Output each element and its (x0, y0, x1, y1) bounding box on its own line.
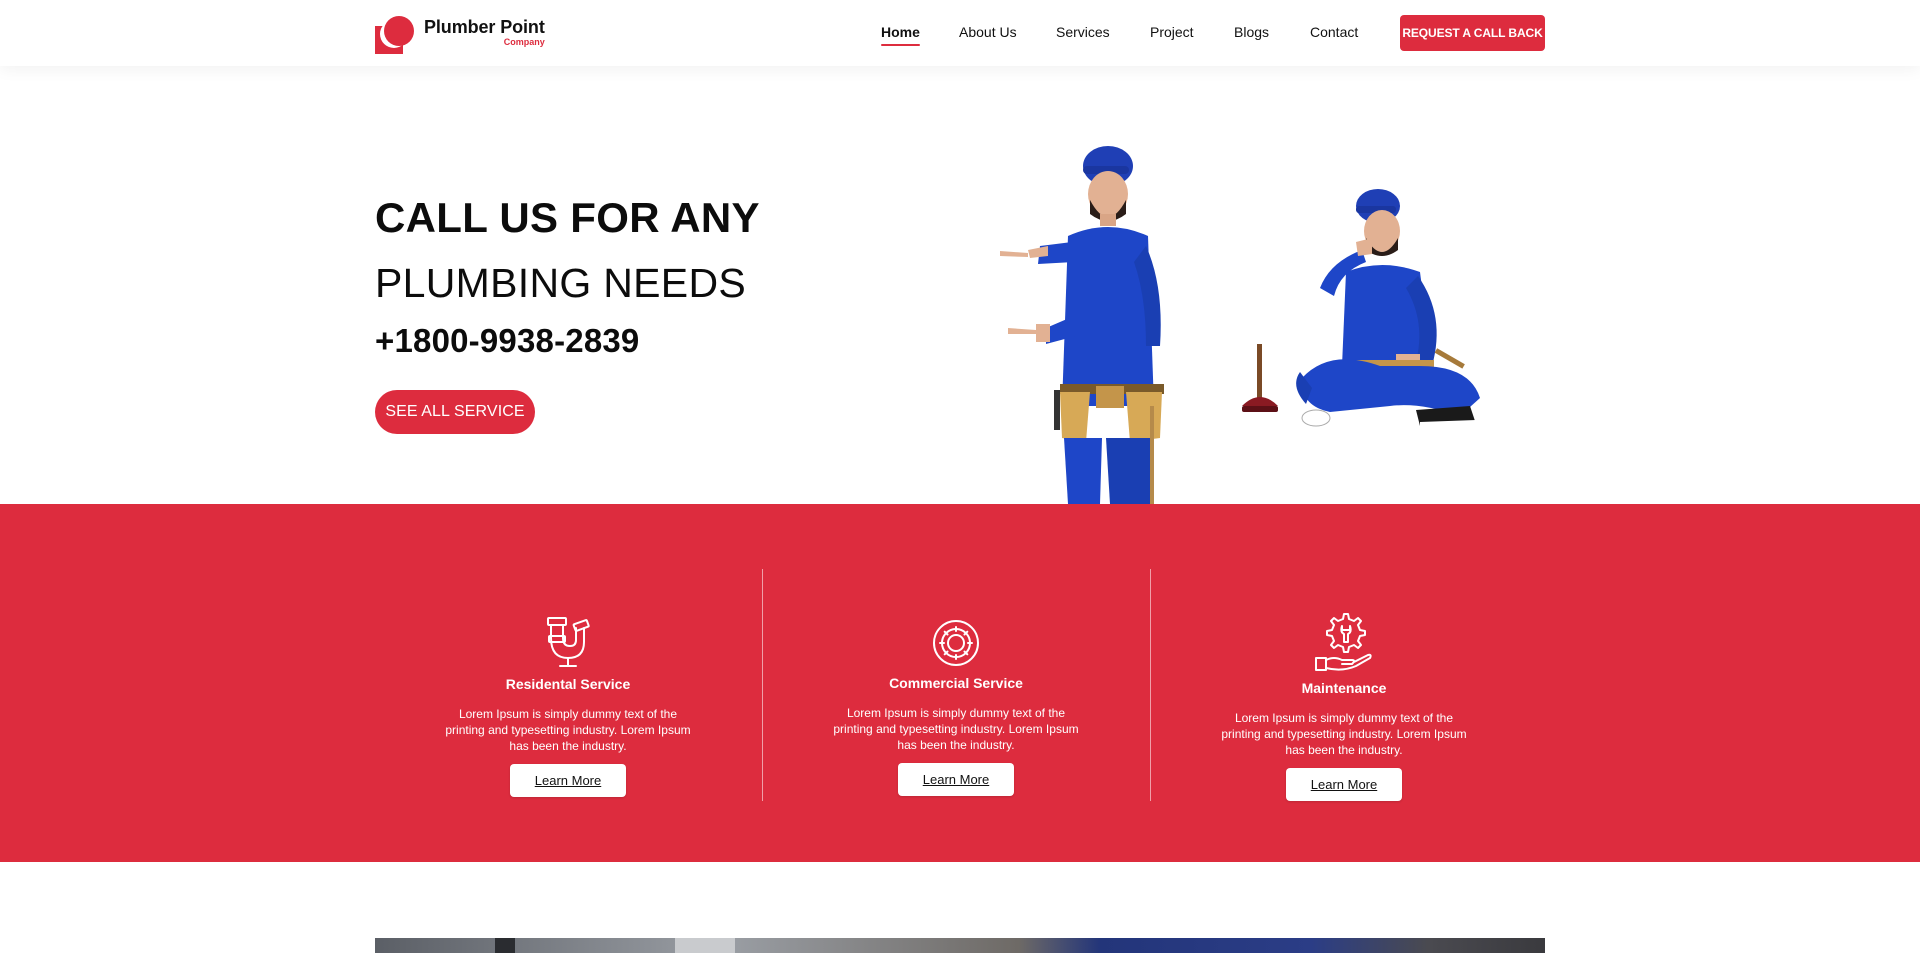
standing-plumber-figure (1000, 146, 1164, 504)
learn-more-button[interactable]: Learn More (1286, 768, 1402, 801)
service-title: Commercial Service (889, 675, 1023, 691)
pipe-icon (547, 617, 590, 667)
plumbers-hero-image (1000, 146, 1480, 504)
hero-phone[interactable]: +1800-9938-2839 (375, 322, 640, 360)
request-call-back-button[interactable]: REQUEST A CALL BACK (1400, 15, 1545, 51)
nav-about-us[interactable]: About Us (959, 24, 1017, 40)
service-title: Maintenance (1301, 680, 1387, 696)
nav-services[interactable]: Services (1056, 24, 1110, 40)
nav-contact[interactable]: Contact (1310, 24, 1358, 40)
learn-more-button[interactable]: Learn More (510, 764, 626, 797)
wrench-hand-icon (1315, 613, 1372, 671)
sitting-plumber-figure (1242, 189, 1480, 428)
site-header: Plumber Point Company Home About Us Serv… (0, 0, 1920, 66)
hero-heading-line2: PLUMBING NEEDS (375, 260, 746, 306)
learn-more-button[interactable]: Learn More (898, 763, 1014, 796)
logo[interactable]: Plumber Point Company (375, 14, 575, 54)
services-divider (1150, 569, 1151, 801)
see-all-service-button[interactable]: SEE ALL SERVICE (375, 390, 535, 434)
service-description: Lorem Ipsum is simply dummy text of the … (1221, 711, 1467, 757)
service-card-commercial: Commercial Service Lorem Ipsum is simply… (826, 617, 1086, 796)
logo-mark-icon (375, 14, 415, 54)
service-description: Lorem Ipsum is simply dummy text of the … (833, 706, 1079, 752)
nav-blogs[interactable]: Blogs (1234, 24, 1269, 40)
service-description: Lorem Ipsum is simply dummy text of the … (445, 707, 691, 753)
gear-icon (933, 620, 979, 666)
services-section: Residental Service Lorem Ipsum is simply… (0, 504, 1920, 862)
brand-name: Plumber Point (424, 17, 545, 37)
service-card-residential: Residental Service Lorem Ipsum is simply… (438, 614, 698, 797)
plumbing-work-image (375, 938, 1545, 953)
hero-heading-line1: CALL US FOR ANY (375, 194, 760, 241)
services-divider (762, 569, 763, 801)
nav-project[interactable]: Project (1150, 24, 1194, 40)
service-title: Residental Service (505, 676, 631, 692)
brand-sub: Company (503, 37, 545, 47)
service-card-maintenance: Maintenance Lorem Ipsum is simply dummy … (1214, 610, 1474, 801)
nav-home[interactable]: Home (881, 24, 920, 46)
